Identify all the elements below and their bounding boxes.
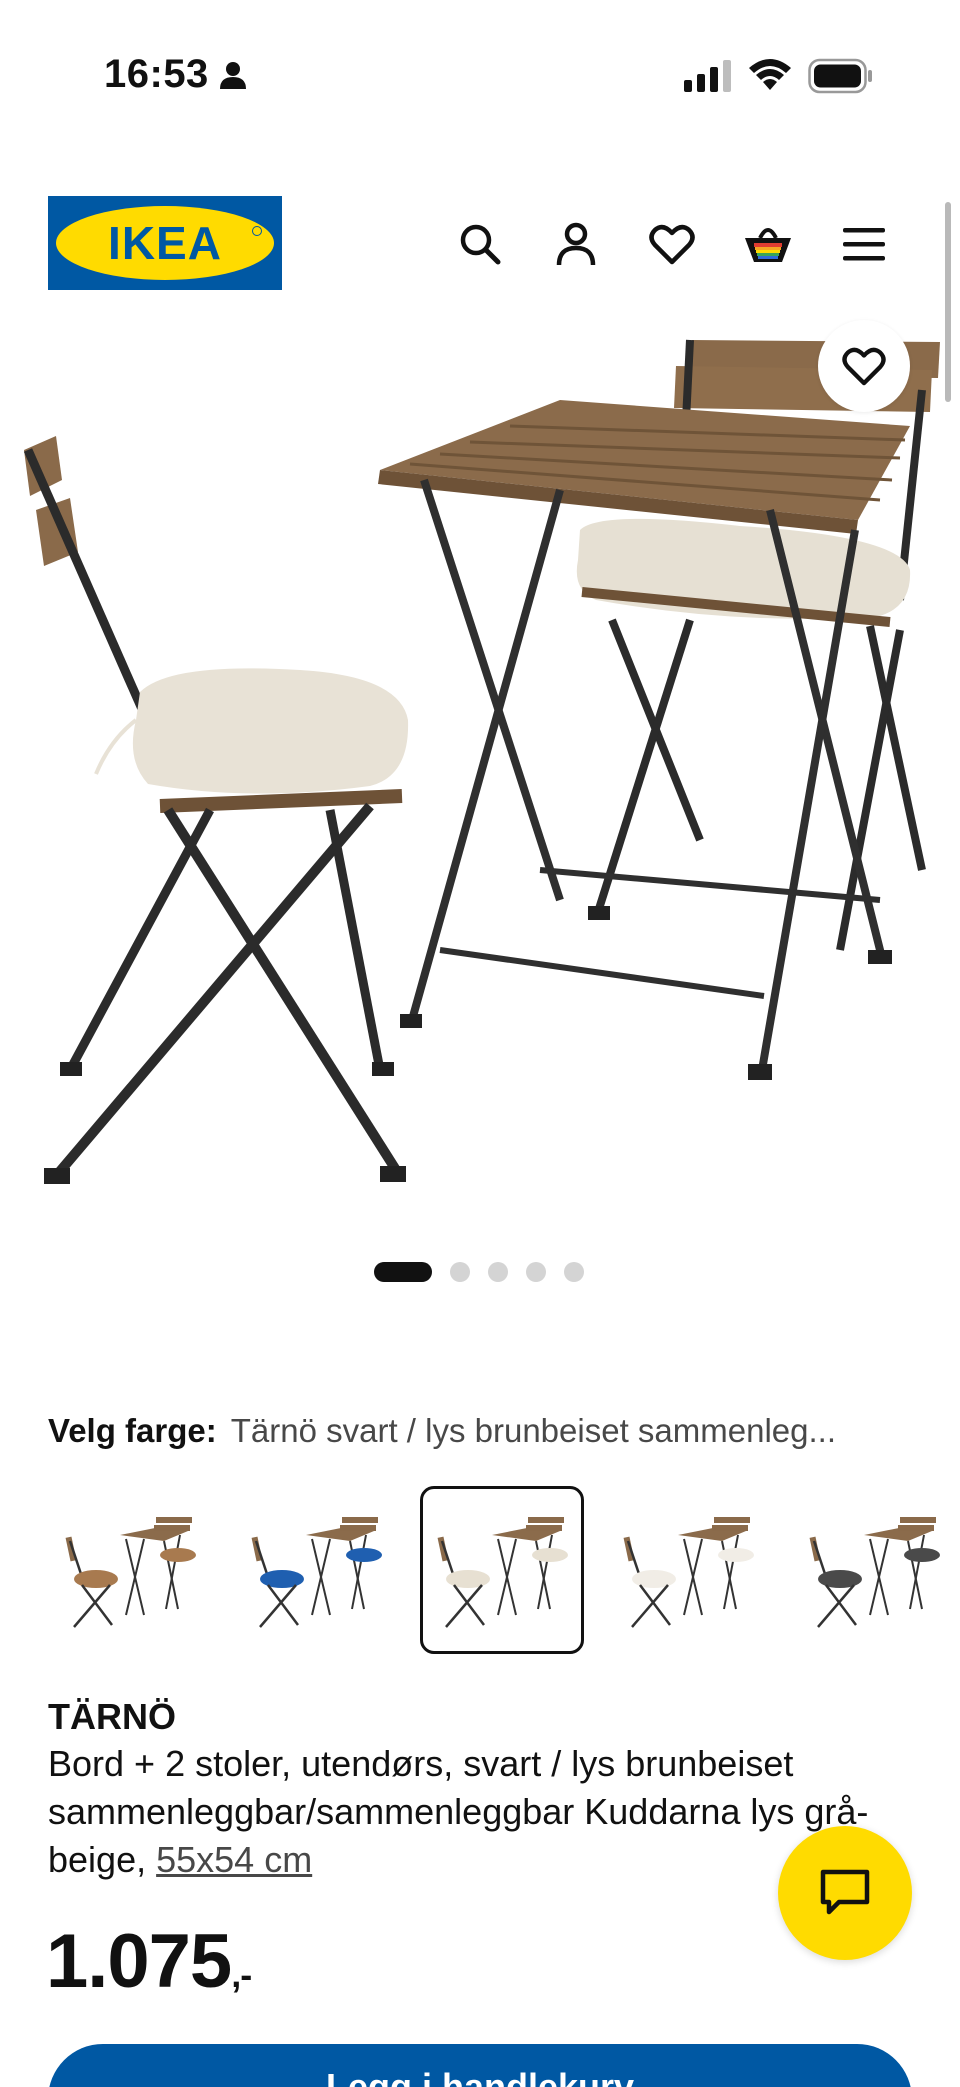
chat-bubble-icon — [820, 1869, 870, 1915]
swatch-thumbnail — [65, 1517, 196, 1628]
price-suffix: ,- — [231, 1954, 252, 1995]
color-select-row[interactable]: Velg farge: Tärnö svart / lys brunbeiset … — [48, 1412, 928, 1450]
color-swatch-5[interactable] — [792, 1486, 956, 1654]
user-icon[interactable] — [548, 216, 604, 272]
add-to-cart-button[interactable]: Legg i handlekurv — [48, 2044, 912, 2087]
shopping-basket-icon[interactable] — [740, 216, 796, 272]
color-swatch-2[interactable] — [234, 1486, 398, 1654]
search-icon[interactable] — [452, 216, 508, 272]
add-to-favourites-button[interactable] — [818, 320, 910, 412]
wifi-icon — [748, 58, 792, 97]
carousel-dot-5[interactable] — [564, 1262, 584, 1282]
product-size-link[interactable]: 55x54 cm — [156, 1839, 312, 1880]
carousel-dot-4[interactable] — [526, 1262, 546, 1282]
product-name: TÄRNÖ — [48, 1696, 176, 1737]
heart-icon[interactable] — [644, 216, 700, 272]
battery-icon — [808, 58, 874, 99]
color-select-label: Velg farge: — [48, 1412, 217, 1449]
carousel-dot-3[interactable] — [488, 1262, 508, 1282]
status-bar: 16:53 — [0, 0, 960, 150]
status-time: 16:53 — [104, 52, 209, 96]
carousel-pagination — [374, 1262, 584, 1282]
heart-icon — [842, 347, 886, 386]
carousel-dot-1[interactable] — [374, 1262, 432, 1282]
swatch-thumbnail — [809, 1517, 940, 1628]
product-photo — [23, 339, 940, 1184]
color-swatch-list — [48, 1486, 960, 1654]
product-image-carousel[interactable] — [0, 330, 960, 1210]
color-swatch-4[interactable] — [606, 1486, 770, 1654]
swatch-thumbnail — [251, 1517, 382, 1628]
registered-mark — [252, 226, 262, 236]
person-icon — [218, 60, 248, 95]
price-value: 1.075 — [46, 1919, 232, 2004]
product-price: 1.075,- — [46, 1918, 252, 2005]
color-swatch-1[interactable] — [48, 1486, 212, 1654]
color-swatch-3[interactable] — [420, 1486, 584, 1654]
swatch-thumbnail — [437, 1517, 568, 1628]
chat-button[interactable] — [778, 1826, 912, 1960]
ikea-logo[interactable]: IKEA — [48, 196, 282, 290]
hamburger-menu-icon[interactable] — [836, 216, 892, 272]
color-select-value: Tärnö svart / lys brunbeiset sammenleg..… — [230, 1412, 836, 1449]
site-header: IKEA — [0, 190, 960, 300]
cellular-signal-icon — [684, 60, 732, 97]
carousel-dot-2[interactable] — [450, 1262, 470, 1282]
product-description: Bord + 2 stoler, utendørs, svart / lys b… — [48, 1740, 908, 1884]
swatch-thumbnail — [623, 1517, 754, 1628]
logo-text: IKEA — [108, 217, 222, 269]
